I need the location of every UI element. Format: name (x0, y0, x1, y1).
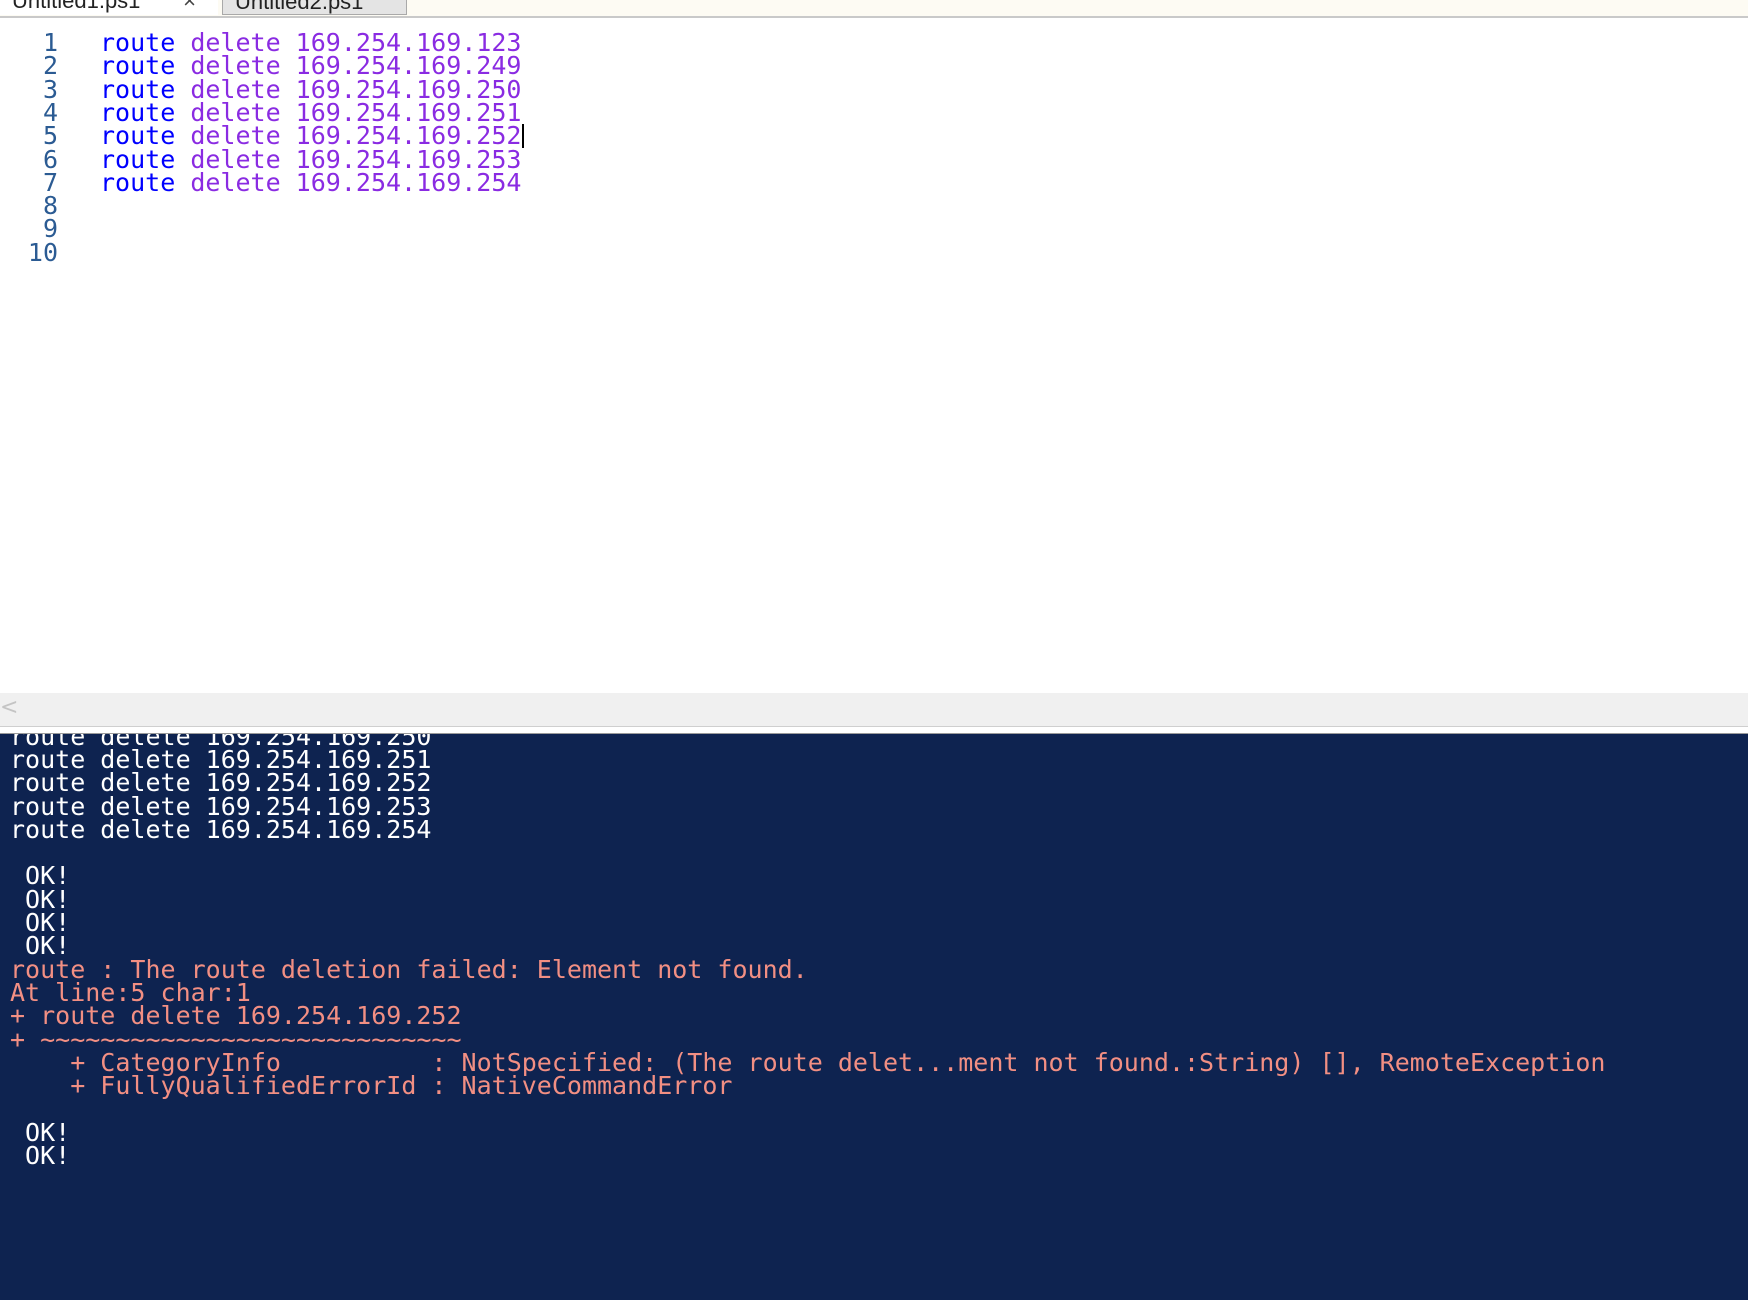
script-editor[interactable]: 1 route delete 169.254.169.123 2 route dele… (0, 18, 1748, 693)
console-error-line: + FullyQualifiedErrorId : NativeCommandE… (10, 1071, 733, 1101)
console-line: route delete 169.254.169.254 (10, 814, 432, 844)
line-number: 10 (27, 237, 58, 267)
code-text[interactable]: route delete 169.254.169.254 (100, 167, 522, 197)
horizontal-scrollbar[interactable]: < (0, 693, 1748, 727)
console-line: OK! (10, 1141, 71, 1170)
tab-untitled1[interactable]: Untitled1.ps1 × (0, 0, 218, 15)
close-tab-icon[interactable]: × (183, 0, 196, 15)
code-arguments: delete 169.254.169.254 (190, 167, 522, 197)
code-keyword: route (100, 167, 176, 197)
tab-strip: Untitled1.ps1 × Untitled2.ps1 (0, 0, 1748, 18)
tab-label: Untitled2.ps1 (235, 0, 364, 14)
tab-untitled2[interactable]: Untitled2.ps1 (222, 0, 407, 15)
tab-label: Untitled1.ps1 (12, 0, 141, 13)
pane-splitter[interactable] (0, 727, 1748, 734)
text-caret (522, 124, 525, 149)
scroll-left-icon[interactable]: < (0, 695, 18, 720)
console-pane[interactable]: PS C:\Users\Administrator> route delete … (0, 734, 1748, 1300)
